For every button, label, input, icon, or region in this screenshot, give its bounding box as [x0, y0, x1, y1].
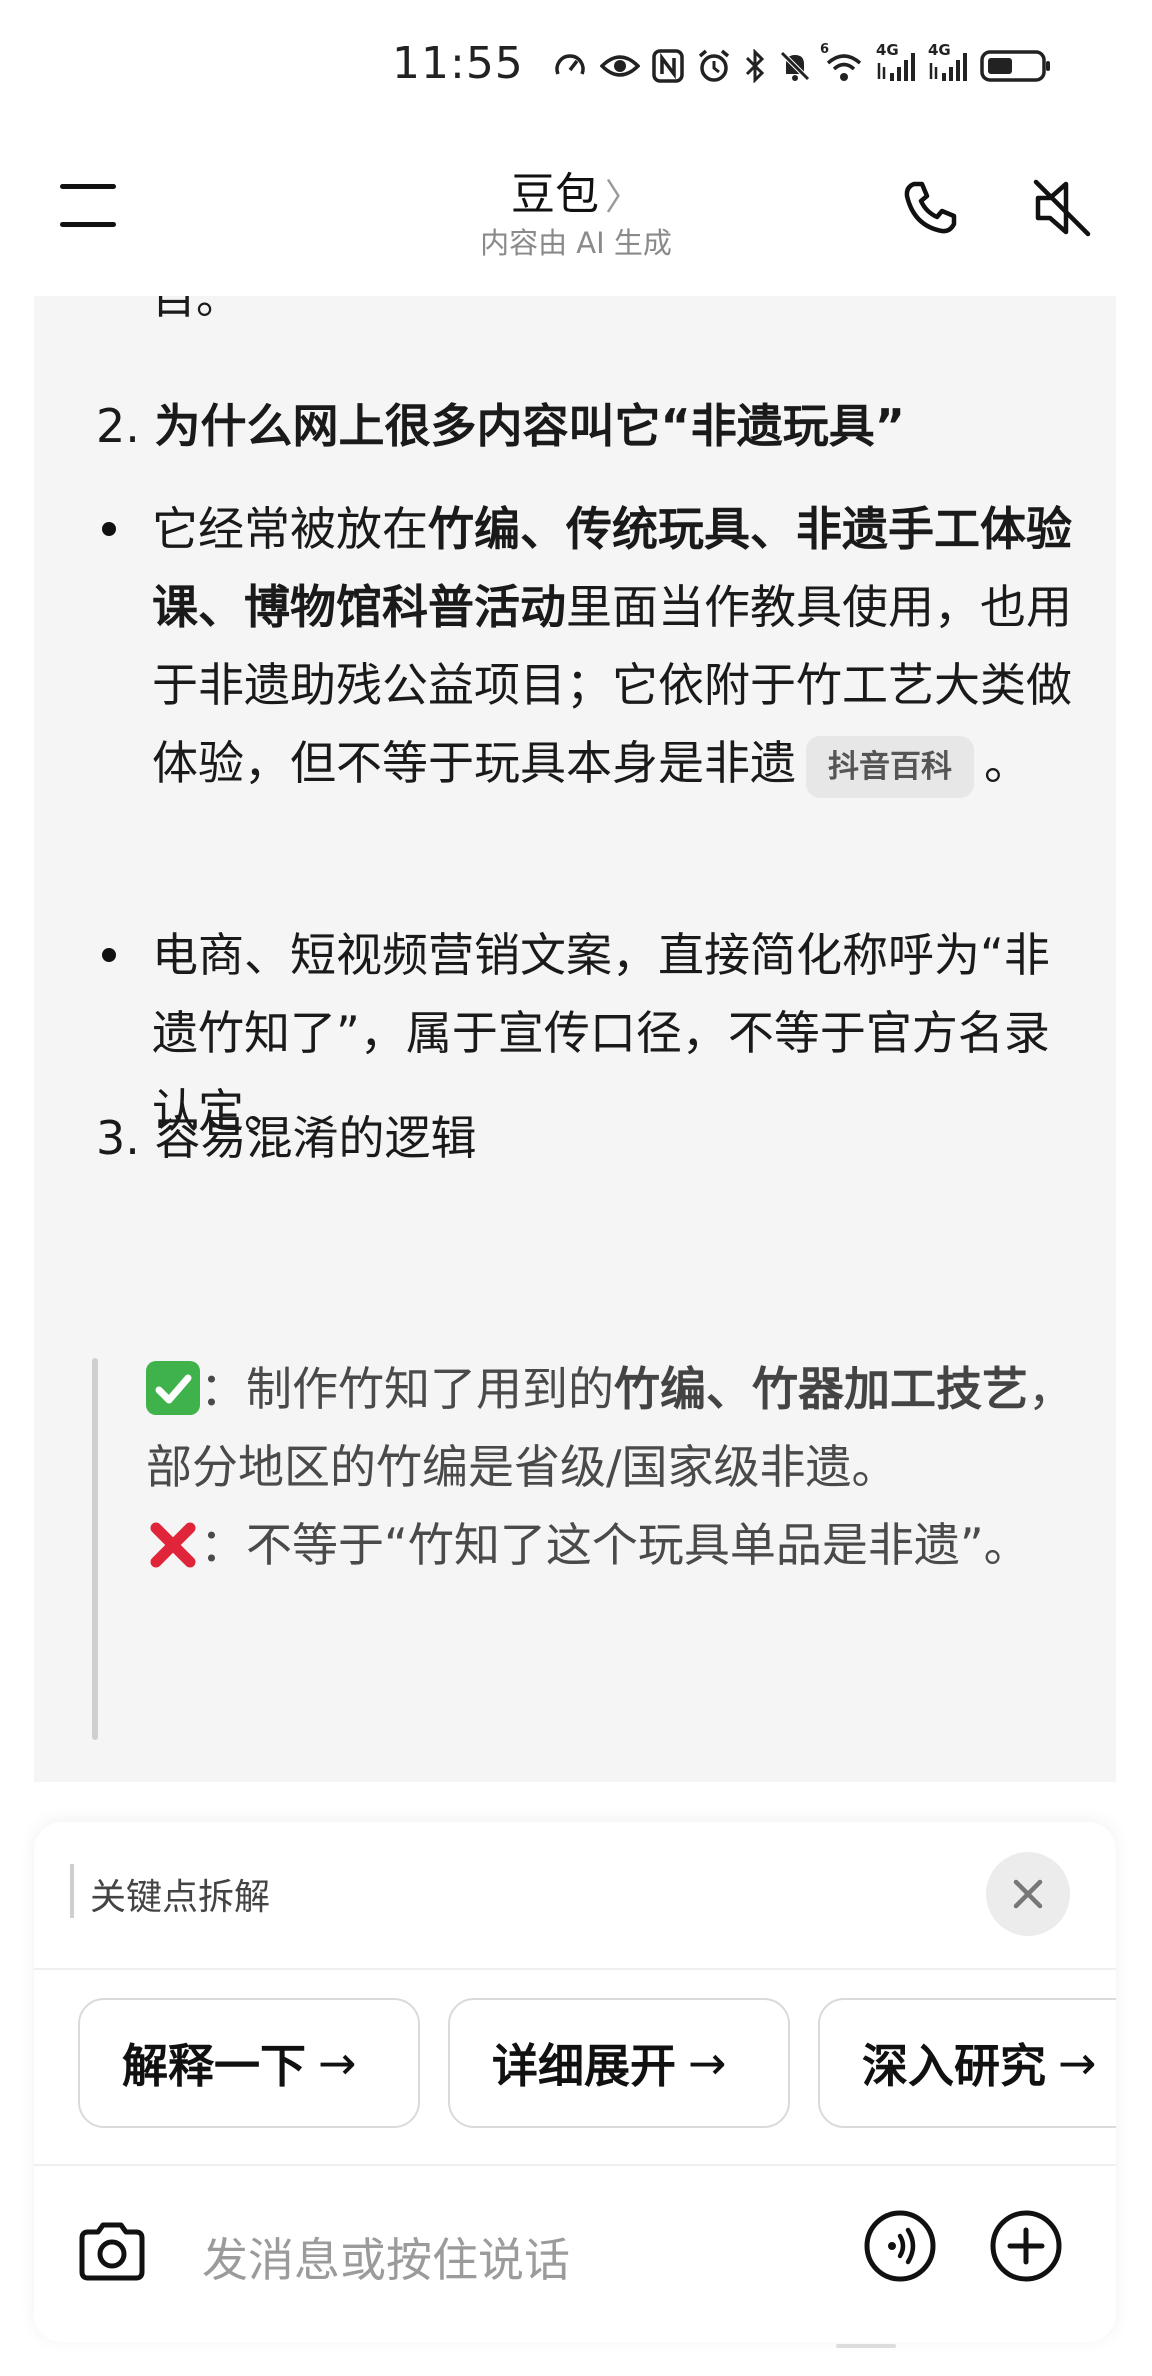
home-indicator: [836, 2344, 896, 2348]
suggestion-label: 详细展开: [492, 2039, 676, 2093]
arrow-right-icon: →: [1058, 2036, 1097, 2090]
quote-check-text: ：制作竹知了用到的: [200, 1362, 614, 1416]
section-title-3: 容易混淆的逻辑: [154, 1111, 477, 1165]
arrow-right-icon: →: [688, 2036, 727, 2090]
bell-off-icon: [778, 49, 812, 83]
section-number-2: 2.: [96, 399, 140, 453]
chat-header: 豆包〉 内容由 AI 生成: [0, 140, 1152, 290]
close-quote-button[interactable]: [986, 1852, 1070, 1936]
suggestion-label: 解释一下: [122, 2039, 306, 2093]
ai-generated-note: 内容由 AI 生成: [480, 226, 672, 260]
signal-icon-1: 4G: [876, 43, 916, 83]
net-label-1: 4G: [876, 41, 899, 59]
net-label-2: 4G: [928, 41, 951, 59]
quote-bar: [92, 1358, 98, 1740]
bullet1-text-a: 它经常被放在: [152, 502, 428, 556]
chat-title[interactable]: 豆包〉: [0, 158, 1152, 222]
eye-icon: [600, 51, 640, 81]
section-title-2: 为什么网上很多内容叫它“非遗玩具”: [154, 399, 905, 453]
divider: [34, 1968, 1116, 1970]
section-number-3: 3.: [96, 1111, 140, 1165]
quoted-reference-bar: [70, 1864, 74, 1918]
bullet1-end: 。: [984, 736, 1030, 790]
status-bar: 11:55 6 4G 4G: [0, 0, 1152, 130]
bluetooth-icon: [744, 49, 766, 83]
signal-icon-2: 4G: [928, 43, 968, 83]
status-time: 11:55: [392, 38, 524, 89]
bullet-dot: [102, 948, 116, 962]
suggestion-expand-button[interactable]: 详细展开 →: [448, 1998, 790, 2128]
truncated-text: 目。: [152, 296, 240, 324]
status-icons: 6 4G 4G: [552, 43, 1052, 86]
speedometer-icon: [552, 48, 588, 84]
camera-icon[interactable]: [76, 2220, 148, 2284]
quote-cross-text: ：不等于“竹知了这个玩具单品是非遗”。: [200, 1518, 1030, 1572]
plus-icon[interactable]: [988, 2208, 1064, 2284]
close-icon: [1013, 1879, 1043, 1909]
wifi-icon: 6: [820, 43, 864, 83]
suggestion-explain-button[interactable]: 解释一下 →: [78, 1998, 420, 2128]
cross-mark-icon: [146, 1517, 200, 1571]
source-tag-douyin-baike[interactable]: 抖音百科: [806, 735, 974, 798]
bullet-item-1: 它经常被放在竹编、传统玩具、非遗手工体验课、博物馆科普活动里面当作教具使用，也用…: [152, 490, 1092, 802]
ai-message-card: 目。 2. 为什么网上很多内容叫它“非遗玩具” 它经常被放在竹编、传统玩具、非遗…: [34, 296, 1116, 1782]
message-input[interactable]: 发消息或按住说话: [202, 2224, 570, 2290]
arrow-right-icon: →: [318, 2036, 357, 2090]
alarm-icon: [696, 48, 732, 84]
check-mark-icon: [146, 1360, 200, 1415]
suggestion-row: 解释一下 → 详细展开 → 深入研究 →: [34, 1982, 1116, 2142]
section-heading-3: 3. 容易混淆的逻辑: [96, 1100, 477, 1176]
section-heading-2: 2. 为什么网上很多内容叫它“非遗玩具”: [96, 388, 905, 464]
bullet-dot: [102, 522, 116, 536]
input-panel: 关键点拆解 解释一下 → 详细展开 → 深入研究 → 发消息或按住说话: [34, 1822, 1116, 2342]
quoted-reference-text: 关键点拆解: [90, 1877, 271, 1918]
voice-wave-icon[interactable]: [862, 2208, 938, 2284]
phone-icon[interactable]: [900, 178, 960, 238]
quote-block: ：制作竹知了用到的竹编、竹器加工技艺，部分地区的竹编是省级/国家级非遗。 ：不等…: [146, 1350, 1076, 1584]
suggestion-label: 深入研究: [862, 2039, 1046, 2093]
divider: [34, 2164, 1116, 2166]
wifi-label: 6: [820, 42, 830, 57]
suggestion-research-button[interactable]: 深入研究 →: [818, 1998, 1116, 2128]
battery-icon: [980, 49, 1052, 83]
chevron-right-icon: 〉: [604, 177, 641, 218]
quote-check-bold: 竹编、竹器加工技艺: [614, 1362, 1028, 1416]
speaker-mute-icon[interactable]: [1030, 176, 1094, 240]
chat-title-text: 豆包: [510, 169, 599, 220]
nfc-icon: [652, 49, 684, 83]
